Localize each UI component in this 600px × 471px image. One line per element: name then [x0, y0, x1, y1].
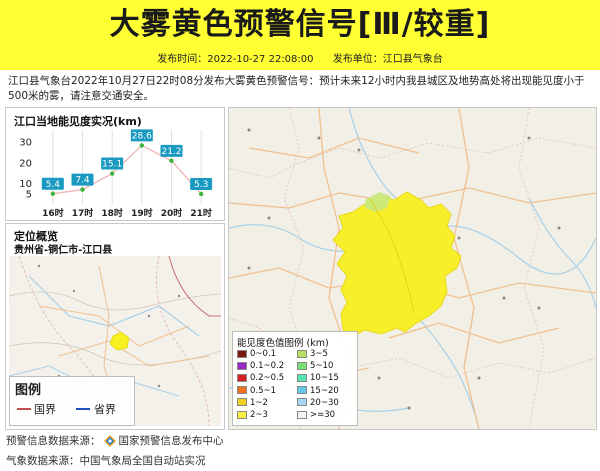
- legend-color-swatch: [237, 398, 247, 407]
- publish-time: 发布时间：2022-10-27 22:08:00: [157, 54, 314, 65]
- visibility-chart: 510 20 30 5.4 16时 7.4 17时 15.1 18时 28.6 19时 21.2 20时…: [19, 129, 213, 219]
- publish-unit: 发布单位：江口县气象台: [332, 54, 443, 65]
- legend-range-label: 2~3: [250, 410, 268, 420]
- x-tick-label: 18时: [101, 207, 123, 219]
- warning-description: 江口县气象台2022年10月27日22时08分发布大雾黄色预警信号：预计未来12…: [8, 75, 585, 102]
- data-point: [198, 191, 204, 197]
- legend-range-label: 1~2: [250, 397, 268, 408]
- legend-range-label: 5~10: [310, 361, 334, 372]
- legend-color-swatch: [297, 398, 307, 407]
- visibility-legend-title: 能见度色值图例 (km): [237, 338, 329, 349]
- legend-color-swatch: [237, 410, 247, 419]
- province-border-line: [76, 408, 90, 410]
- legend-range-label: 15~20: [310, 385, 339, 396]
- legend-color-swatch: [297, 373, 307, 382]
- legend-title: 图例: [15, 383, 42, 398]
- legend-color-swatch: [237, 349, 247, 358]
- visibility-legend-item: 10~15: [297, 373, 339, 384]
- data-point: [109, 171, 115, 176]
- legend-color-swatch: [297, 349, 307, 358]
- visibility-legend-item: 15~20: [297, 386, 339, 397]
- visibility-legend-item: 3~5: [297, 349, 328, 360]
- weather-source-value: 中国气象局全国自动站实况: [79, 455, 206, 467]
- legend-range-label: 0.2~0.5: [250, 373, 285, 384]
- legend-range-label: >=30: [310, 410, 336, 420]
- legend-color-swatch: [237, 373, 247, 382]
- data-point: [50, 191, 56, 196]
- visibility-legend-item: >=30: [297, 410, 335, 421]
- warning-banner: 大雾黄色预警信号[Ⅲ/较重]: [0, 0, 600, 50]
- data-label: 5.3: [194, 180, 208, 190]
- visibility-legend-item: 0~0.1: [237, 349, 276, 360]
- data-label: 5.4: [46, 180, 61, 190]
- visibility-legend-item: 0.5~1: [237, 386, 276, 397]
- y-tick-label: 20: [19, 158, 32, 169]
- data-point: [169, 158, 174, 164]
- legend-range-label: 0~0.1: [250, 349, 277, 359]
- location-overview-panel: 定位概览 贵州省-铜仁市-江口县 图例 国界 省界: [5, 223, 225, 430]
- warning-source-label: 预警信息数据来源：: [6, 435, 101, 447]
- visibility-legend-item: 2~3: [237, 410, 268, 421]
- visibility-legend-item: 0.2~0.5: [237, 373, 284, 384]
- legend-range-label: 0.1~0.2: [250, 361, 285, 372]
- legend-color-swatch: [237, 386, 247, 395]
- x-tick-label: 17时: [72, 207, 94, 219]
- data-label: 15.1: [102, 160, 122, 170]
- visibility-color-legend: 能见度色值图例 (km) 0~0.1 3~5 0.1~0.2 5~10 0.2~0.5 1…: [232, 331, 358, 426]
- visibility-chart-panel: 江口当地能见度实况(km) 5 10 20 30 5.4 16时 7.4 17时 15.1 18时…: [5, 107, 225, 221]
- legend-range-label: 10~15: [310, 373, 339, 384]
- data-label: 21.2: [161, 147, 181, 157]
- publish-meta: 发布时间：2022-10-27 22:08:00 发布单位：江口县气象台: [0, 50, 600, 70]
- legend-range-label: 0.5~1: [250, 385, 277, 396]
- x-tick-label: 21时: [190, 207, 212, 219]
- country-border-line: [17, 408, 31, 410]
- legend-province-border: 省界: [94, 403, 116, 416]
- data-point: [80, 187, 85, 192]
- visibility-legend-item: 0.1~0.2: [237, 361, 284, 372]
- y-tick-label: 10: [19, 179, 32, 190]
- visibility-legend-item: 1~2: [237, 398, 268, 409]
- warning-center-logo-icon: [103, 435, 116, 447]
- data-point: [139, 143, 145, 148]
- x-tick-label: 20时: [161, 207, 183, 219]
- warning-source-value: 国家预警信息发布中心: [118, 435, 224, 447]
- legend-color-swatch: [297, 410, 307, 419]
- legend-color-swatch: [237, 361, 247, 370]
- y-tick-label: 5: [26, 190, 32, 201]
- y-tick-label: 30: [19, 138, 32, 149]
- warning-data-source: 预警信息数据来源： 国家预警信息发布中心: [6, 433, 224, 448]
- x-tick-label: 16时: [42, 207, 64, 219]
- legend-country-border: 国界: [34, 403, 56, 416]
- legend-color-swatch: [297, 361, 307, 370]
- map-legend: 图例 国界 省界: [9, 376, 135, 426]
- warning-title: 大雾黄色预警信号[Ⅲ/较重]: [109, 7, 491, 42]
- visibility-legend-item: 5~10: [297, 361, 333, 372]
- legend-range-label: 20~30: [310, 397, 339, 408]
- data-label: 28.6: [132, 131, 152, 141]
- visibility-legend-item: 20~30: [297, 398, 339, 409]
- data-label: 7.4: [75, 176, 90, 186]
- legend-color-swatch: [297, 386, 307, 395]
- weather-data-source: 气象数据来源：中国气象局全国自动站实况: [6, 453, 206, 468]
- weather-source-label: 气象数据来源：: [6, 455, 80, 467]
- x-tick-label: 19时: [131, 207, 153, 219]
- legend-range-label: 3~5: [310, 349, 328, 359]
- region-path: 贵州省-铜仁市-江口县: [14, 245, 113, 256]
